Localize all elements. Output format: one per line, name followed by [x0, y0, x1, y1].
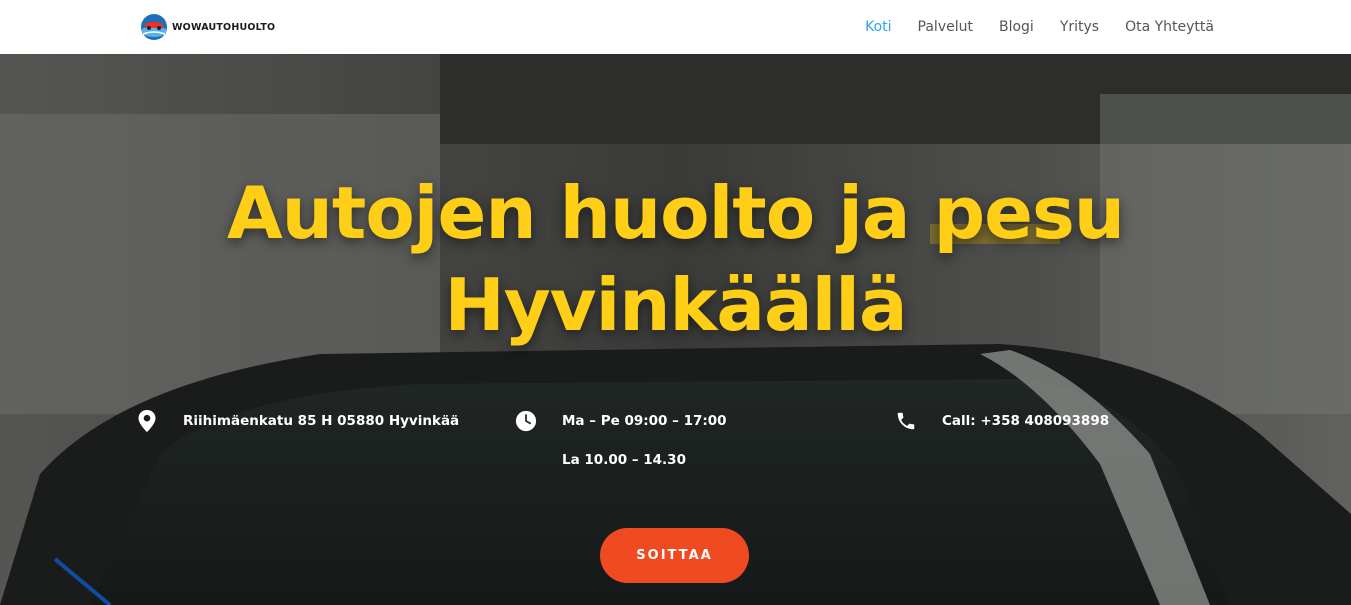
hours-saturday: La 10.00 – 14.30 [562, 452, 686, 468]
site-header: WOWAUTOHUOLTO Koti Palvelut Blogi Yritys… [0, 0, 1351, 54]
main-nav: Koti Palvelut Blogi Yritys Ota Yhteyttä [865, 17, 1214, 37]
headline-line-1: Autojen huolto ja pesu [226, 171, 1125, 255]
address-block: Riihimäenkatu 85 H 05880 Hyvinkää [136, 409, 459, 433]
hero-section: Autojen huolto ja pesu Hyvinkäällä Riihi… [0, 54, 1351, 605]
nav-item-yritys[interactable]: Yritys [1060, 17, 1099, 37]
nav-item-ota-yhteytta[interactable]: Ota Yhteyttä [1125, 17, 1214, 37]
map-pin-icon [138, 410, 156, 432]
logo-text: WOWAUTOHUOLTO [172, 21, 276, 33]
logo-icon [141, 14, 167, 40]
clock-icon [515, 410, 537, 432]
logo[interactable]: WOWAUTOHUOLTO [139, 12, 275, 42]
call-button[interactable]: SOITTAA [600, 528, 749, 583]
nav-item-koti[interactable]: Koti [865, 17, 891, 37]
hero-headline: Autojen huolto ja pesu Hyvinkäällä [0, 167, 1351, 351]
hours-block: Ma – Pe 09:00 – 17:00 La 10.00 – 14.30 [515, 409, 727, 472]
hours-weekday: Ma – Pe 09:00 – 17:00 [562, 413, 727, 429]
phone-text[interactable]: Call: +358 408093898 [942, 409, 1109, 433]
nav-item-blogi[interactable]: Blogi [999, 17, 1034, 37]
headline-line-2: Hyvinkäällä [444, 263, 907, 347]
phone-block[interactable]: Call: +358 408093898 [895, 409, 1109, 433]
phone-icon [897, 412, 915, 430]
address-text: Riihimäenkatu 85 H 05880 Hyvinkää [183, 413, 460, 429]
nav-item-palvelut[interactable]: Palvelut [918, 17, 973, 37]
